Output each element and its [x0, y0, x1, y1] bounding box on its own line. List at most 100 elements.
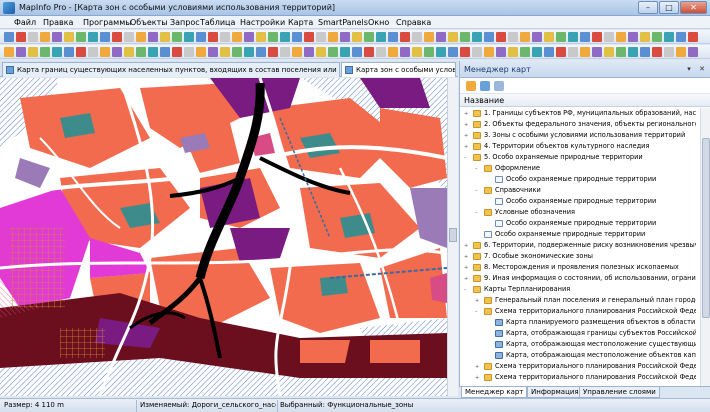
toolbar-tool-icon[interactable] — [76, 47, 86, 57]
toolbar-tool-icon[interactable] — [88, 32, 98, 42]
toolbar-tool-icon[interactable] — [448, 47, 458, 57]
toolbar-tool-icon[interactable] — [244, 47, 254, 57]
tree-row[interactable]: +4. Территории объектов культурного насл… — [460, 141, 700, 152]
toolbar-tool-icon[interactable] — [472, 47, 482, 57]
toolbar-tool-icon[interactable] — [88, 47, 98, 57]
toolbar-tool-icon[interactable] — [4, 32, 14, 42]
toolbar-tool-icon[interactable] — [280, 32, 290, 42]
toolbar-tool-icon[interactable] — [100, 47, 110, 57]
toolbar-tool-icon[interactable] — [448, 32, 458, 42]
toolbar-tool-icon[interactable] — [280, 47, 290, 57]
toolbar-tool-icon[interactable] — [388, 32, 398, 42]
expand-icon[interactable]: + — [464, 122, 470, 128]
toolbar-tool-icon[interactable] — [400, 47, 410, 57]
toolbar-tool-icon[interactable] — [376, 32, 386, 42]
toolbar-tool-icon[interactable] — [352, 47, 362, 57]
toolbar-tool-icon[interactable] — [412, 32, 422, 42]
toolbar-tool-icon[interactable] — [364, 47, 374, 57]
tree-column-header[interactable]: Название — [460, 94, 710, 107]
tree-scrollbar[interactable] — [700, 108, 710, 386]
expand-icon[interactable]: + — [464, 254, 470, 260]
toolbar-tool-icon[interactable] — [292, 47, 302, 57]
toolbar-tool-icon[interactable] — [76, 32, 86, 42]
toolbar-tool-icon[interactable] — [196, 32, 206, 42]
toolbar-tool-icon[interactable] — [676, 47, 686, 57]
app-icon[interactable] — [3, 2, 15, 14]
map-tree[interactable]: +1. Границы субъектов РФ, муниципальных … — [460, 108, 700, 386]
maximize-button[interactable]: □ — [659, 1, 679, 14]
tab-info[interactable]: Информация — [527, 387, 583, 398]
expand-icon[interactable]: + — [464, 276, 470, 282]
toolbar-tool-icon[interactable] — [232, 32, 242, 42]
toolbar-tool-icon[interactable] — [484, 47, 494, 57]
menu-programs[interactable]: Программы — [83, 18, 132, 27]
tree-row[interactable]: Особо охраняемые природные территории — [460, 229, 700, 240]
panel-close-button[interactable]: ✕ — [697, 64, 707, 74]
toolbar-tool-icon[interactable] — [256, 47, 266, 57]
toolbar-tool-icon[interactable] — [544, 47, 554, 57]
toolbar-tool-icon[interactable] — [616, 47, 626, 57]
toolbar-tool-icon[interactable] — [460, 47, 470, 57]
toolbar-tool-icon[interactable] — [628, 47, 638, 57]
toolbar-tool-icon[interactable] — [616, 32, 626, 42]
toolbar-tool-icon[interactable] — [316, 47, 326, 57]
toolbar-tool-icon[interactable] — [52, 32, 62, 42]
menu-edit[interactable]: Правка — [43, 18, 73, 27]
tree-scrollbar-thumb[interactable] — [702, 138, 710, 318]
tree-row[interactable]: – Схема территориального планирования Рос… — [460, 306, 700, 317]
toolbar-tool-icon[interactable] — [580, 32, 590, 42]
toolbar-tool-icon[interactable] — [556, 47, 566, 57]
toolbar-tool-icon[interactable] — [196, 47, 206, 57]
tree-row[interactable]: +3. Зоны с особыми условиями использован… — [460, 130, 700, 141]
toolbar-tool-icon[interactable] — [184, 47, 194, 57]
toolbar-tool-icon[interactable] — [256, 32, 266, 42]
collapse-icon[interactable]: – — [475, 210, 481, 216]
map-canvas[interactable] — [0, 78, 447, 396]
close-button[interactable]: ✕ — [680, 1, 707, 14]
toolbar-tool-icon[interactable] — [16, 32, 26, 42]
toolbar-tool-icon[interactable] — [664, 32, 674, 42]
tree-row[interactable]: Особо охраняемые природные территории — [460, 196, 700, 207]
toolbar-tool-icon[interactable] — [652, 47, 662, 57]
menu-file[interactable]: Файл — [14, 18, 36, 27]
toolbar-tool-icon[interactable] — [508, 32, 518, 42]
toolbar-tool-icon[interactable] — [592, 47, 602, 57]
toolbar-tool-icon[interactable] — [64, 32, 74, 42]
toolbar-tool-icon[interactable] — [388, 47, 398, 57]
toolbar-tool-icon[interactable] — [304, 47, 314, 57]
tree-row[interactable]: – Оформление — [460, 163, 700, 174]
expand-icon[interactable]: + — [464, 111, 470, 117]
toolbar-tool-icon[interactable] — [136, 32, 146, 42]
toolbar-tool-icon[interactable] — [568, 47, 578, 57]
toolbar-tool-icon[interactable] — [460, 32, 470, 42]
tree-row[interactable]: – 5. Особо охраняемые природные территори… — [460, 152, 700, 163]
menu-query[interactable]: Запрос — [170, 18, 200, 27]
toolbar-tool-icon[interactable] — [100, 32, 110, 42]
toolbar-tool-icon[interactable] — [520, 47, 530, 57]
menu-settings[interactable]: Настройки — [240, 18, 285, 27]
tree-row[interactable]: + Схема территориального планирования Рос… — [460, 372, 700, 383]
toolbar-tool-icon[interactable] — [592, 32, 602, 42]
tree-row[interactable]: Карта планируемого размещения объектов в… — [460, 317, 700, 328]
tree-row[interactable]: +1. Границы субъектов РФ, муниципальных … — [460, 108, 700, 119]
toolbar-tool-icon[interactable] — [4, 47, 14, 57]
expand-icon[interactable]: + — [464, 265, 470, 271]
toolbar-tool-icon[interactable] — [160, 47, 170, 57]
tree-row[interactable]: +6. Территории, подверженные риску возни… — [460, 240, 700, 251]
expand-icon[interactable]: + — [475, 375, 481, 381]
toolbar-tool-icon[interactable] — [676, 32, 686, 42]
tab-layer-control[interactable]: Управление слоями — [579, 387, 660, 398]
expand-icon[interactable]: + — [464, 243, 470, 249]
toolbar-tool-icon[interactable] — [244, 32, 254, 42]
toolbar-tool-icon[interactable] — [292, 32, 302, 42]
toolbar-tool-icon[interactable] — [328, 32, 338, 42]
expand-icon[interactable]: + — [475, 298, 481, 304]
tree-row[interactable]: Карта, отображающая местоположение объек… — [460, 350, 700, 361]
toolbar-tool-icon[interactable] — [124, 32, 134, 42]
tree-row[interactable]: +8. Месторождения и проявления полезных … — [460, 262, 700, 273]
collapse-icon[interactable]: – — [464, 155, 470, 161]
toolbar-tool-icon[interactable] — [640, 47, 650, 57]
toolbar-tool-icon[interactable] — [436, 32, 446, 42]
menu-map[interactable]: Карта — [288, 18, 313, 27]
toolbar-tool-icon[interactable] — [52, 47, 62, 57]
